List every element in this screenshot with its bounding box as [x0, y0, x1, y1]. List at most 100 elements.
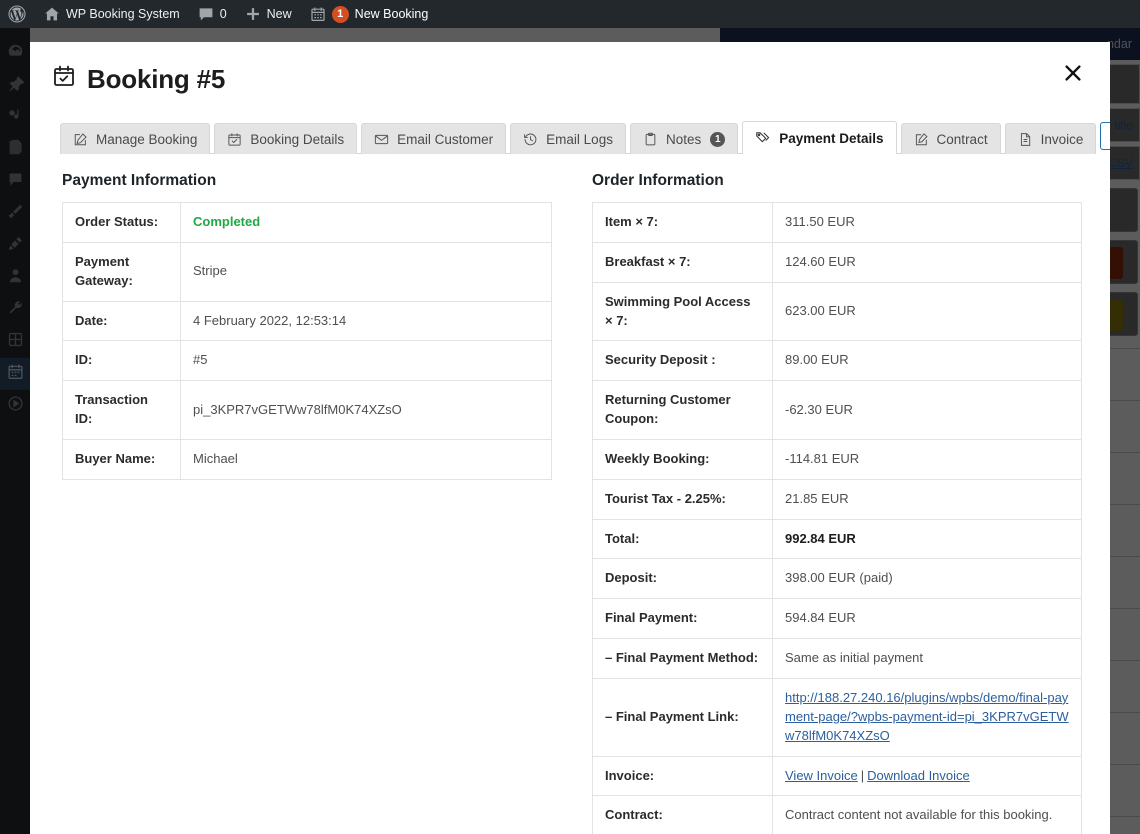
row-label: Swimming Pool Access × 7:	[593, 282, 773, 341]
order-information-panel: Order Information Item × 7: 311.50 EUR B…	[592, 172, 1092, 834]
row-label: Payment Gateway:	[63, 242, 181, 301]
clipboard-icon	[643, 132, 658, 147]
tab-label: Booking Details	[250, 132, 344, 147]
tab-label: Invoice	[1041, 132, 1084, 147]
row-value-total: 992.84 EUR	[773, 519, 1082, 559]
row-value-returning-customer-coupon: -62.30 EUR	[773, 381, 1082, 440]
tab-booking-details[interactable]: Booking Details	[214, 123, 357, 154]
tab-email-logs[interactable]: Email Logs	[510, 123, 626, 154]
row-label: Buyer Name:	[63, 439, 181, 479]
comments-button[interactable]: 0	[189, 0, 236, 28]
row-label: Invoice:	[593, 756, 773, 796]
order-information-table: Item × 7: 311.50 EUR Breakfast × 7: 124.…	[592, 202, 1082, 834]
modal-tab-bar: Manage Booking Booking Details Email Cus…	[60, 118, 1090, 154]
tags-icon	[755, 130, 771, 146]
booking-payment-details-modal: Booking #5 Manage Booking Booking Detail…	[30, 42, 1110, 834]
row-value-deposit: 398.00 EUR (paid)	[773, 559, 1082, 599]
row-label: Contract:	[593, 796, 773, 834]
row-label: Total:	[593, 519, 773, 559]
row-value-buyer-name: Michael	[181, 439, 552, 479]
row-label: Final Payment:	[593, 599, 773, 639]
site-name-button[interactable]: WP Booking System	[35, 0, 189, 28]
invoice-file-icon	[1018, 132, 1033, 147]
tab-label: Contract	[937, 132, 988, 147]
table-row: Invoice: View Invoice|Download Invoice	[593, 756, 1082, 796]
modal-title-text: Booking #5	[87, 64, 225, 95]
tab-payment-details[interactable]: Payment Details	[742, 121, 896, 154]
notes-count-badge: 1	[710, 132, 725, 147]
row-value-invoice-links: View Invoice|Download Invoice	[773, 756, 1082, 796]
table-row: Security Deposit : 89.00 EUR	[593, 341, 1082, 381]
wordpress-logo-icon	[8, 5, 26, 23]
new-booking-button[interactable]: 1 New Booking	[301, 0, 438, 28]
wp-admin-bar: WP Booking System 0 New 1 New Booking	[0, 0, 1140, 28]
row-value-order-status: Completed	[181, 203, 552, 243]
tab-label: Email Logs	[546, 132, 613, 147]
payment-information-heading: Payment Information	[62, 172, 582, 190]
view-invoice-link[interactable]: View Invoice	[785, 768, 858, 783]
pencil-square-icon	[73, 132, 88, 147]
table-row: – Final Payment Link: http://188.27.240.…	[593, 678, 1082, 756]
table-row: Deposit: 398.00 EUR (paid)	[593, 559, 1082, 599]
final-payment-link[interactable]: http://188.27.240.16/plugins/wpbs/demo/f…	[785, 690, 1069, 743]
row-value-payment-gateway: Stripe	[181, 242, 552, 301]
row-value-final-payment: 594.84 EUR	[773, 599, 1082, 639]
site-name-label: WP Booking System	[66, 7, 180, 21]
tab-label: Email Customer	[397, 132, 493, 147]
page-title: Booking #5	[52, 64, 225, 95]
table-row: ID: #5	[63, 341, 552, 381]
table-row: – Final Payment Method: Same as initial …	[593, 639, 1082, 679]
comment-bubble-icon	[198, 6, 214, 22]
tab-manage-booking[interactable]: Manage Booking	[60, 123, 210, 154]
row-label: – Final Payment Link:	[593, 678, 773, 756]
tab-invoice[interactable]: Invoice	[1005, 123, 1097, 154]
calendar-icon	[310, 6, 326, 22]
new-booking-count-badge: 1	[332, 6, 349, 23]
table-row: Swimming Pool Access × 7: 623.00 EUR	[593, 282, 1082, 341]
table-row: Transaction ID: pi_3KPR7vGETWw78lfM0K74X…	[63, 381, 552, 440]
row-label: Breakfast × 7:	[593, 242, 773, 282]
download-invoice-link[interactable]: Download Invoice	[867, 768, 970, 783]
table-row: Buyer Name: Michael	[63, 439, 552, 479]
tab-email-customer[interactable]: Email Customer	[361, 123, 506, 154]
row-label: – Final Payment Method:	[593, 639, 773, 679]
close-icon[interactable]	[1056, 56, 1090, 90]
tab-label: Manage Booking	[96, 132, 197, 147]
row-label: Order Status:	[63, 203, 181, 243]
table-row: Date: 4 February 2022, 12:53:14	[63, 301, 552, 341]
row-label: Returning Customer Coupon:	[593, 381, 773, 440]
tab-contract[interactable]: Contract	[901, 123, 1001, 154]
row-label: Deposit:	[593, 559, 773, 599]
new-content-button[interactable]: New	[236, 0, 301, 28]
tab-notes[interactable]: Notes 1	[630, 123, 738, 154]
row-value-swimming-pool-access: 623.00 EUR	[773, 282, 1082, 341]
print-button[interactable]: Print	[1100, 122, 1110, 150]
table-row: Item × 7: 311.50 EUR	[593, 203, 1082, 243]
row-value-security-deposit: 89.00 EUR	[773, 341, 1082, 381]
home-icon	[44, 6, 60, 22]
table-row: Tourist Tax - 2.25%: 21.85 EUR	[593, 479, 1082, 519]
tab-label: Payment Details	[779, 131, 883, 146]
row-value-contract: Contract content not available for this …	[773, 796, 1082, 834]
payment-information-table: Order Status: Completed Payment Gateway:…	[62, 202, 552, 480]
table-row: Payment Gateway: Stripe	[63, 242, 552, 301]
row-value-weekly-booking: -114.81 EUR	[773, 439, 1082, 479]
new-booking-label: New Booking	[355, 7, 429, 21]
table-row: Final Payment: 594.84 EUR	[593, 599, 1082, 639]
clock-history-icon	[523, 132, 538, 147]
row-label: Date:	[63, 301, 181, 341]
row-value-final-payment-method: Same as initial payment	[773, 639, 1082, 679]
link-divider: |	[858, 768, 867, 783]
table-row: Contract: Contract content not available…	[593, 796, 1082, 834]
calendar-check-icon	[52, 64, 76, 95]
comments-count: 0	[220, 7, 227, 21]
row-value-tourist-tax: 21.85 EUR	[773, 479, 1082, 519]
wordpress-logo-button[interactable]	[0, 0, 35, 28]
table-row: Breakfast × 7: 124.60 EUR	[593, 242, 1082, 282]
calendar-check-icon	[227, 132, 242, 147]
row-label: Security Deposit :	[593, 341, 773, 381]
row-value-transaction-id: pi_3KPR7vGETWw78lfM0K74XZsO	[181, 381, 552, 440]
table-row: Order Status: Completed	[63, 203, 552, 243]
row-value-id: #5	[181, 341, 552, 381]
payment-information-panel: Payment Information Order Status: Comple…	[62, 172, 582, 480]
